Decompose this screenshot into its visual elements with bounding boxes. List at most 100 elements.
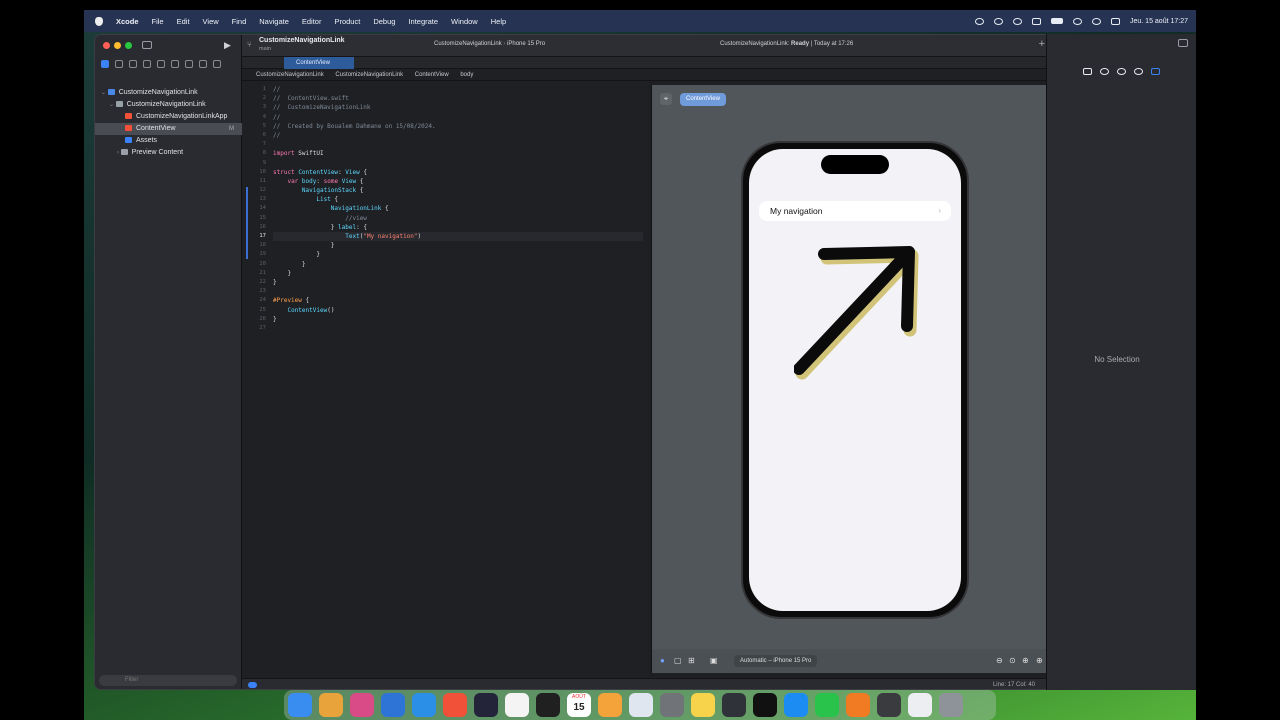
affinity-icon[interactable]: [350, 693, 374, 717]
source-control-icon[interactable]: [115, 60, 123, 68]
live-mode-icon[interactable]: ●: [660, 656, 665, 665]
tree-item-project[interactable]: ⌄ CustomizeNavigationLink: [95, 87, 242, 99]
line-number: 12: [259, 187, 266, 194]
capcut-icon[interactable]: [505, 693, 529, 717]
breakpoint-navigator-icon[interactable]: [199, 60, 207, 68]
close-window-button[interactable]: [103, 42, 110, 49]
report-navigator-icon[interactable]: [213, 60, 221, 68]
pin-preview-icon[interactable]: ⌖: [660, 93, 672, 105]
play-icon[interactable]: [1013, 17, 1022, 25]
tree-item-contentview[interactable]: ContentView M: [95, 123, 242, 135]
minimize-window-button[interactable]: [114, 42, 121, 49]
zoom-100-icon[interactable]: ⊕: [1022, 656, 1029, 665]
add-library-button[interactable]: +: [1039, 38, 1045, 50]
line-number: 24: [259, 297, 266, 304]
tab-contentview[interactable]: ContentView: [284, 57, 354, 69]
jump-symbol[interactable]: body: [460, 72, 473, 78]
attributes-inspector-icon[interactable]: [1151, 68, 1160, 75]
issue-navigator-icon[interactable]: [157, 60, 165, 68]
quick-help-icon[interactable]: [1117, 68, 1126, 75]
variants-icon[interactable]: ⊞: [688, 656, 695, 665]
xcode-icon[interactable]: [381, 693, 405, 717]
scheme-selector[interactable]: CustomizeNavigationLink › iPhone 15 Pro: [434, 41, 545, 47]
run-destination[interactable]: iPhone 15 Pro: [507, 41, 545, 47]
accessibility-icon[interactable]: [994, 17, 1003, 25]
zoom-out-icon[interactable]: ⊖: [996, 656, 1003, 665]
zoom-in-icon[interactable]: ⊕: [1036, 656, 1043, 665]
trash-icon[interactable]: [939, 693, 963, 717]
whatsapp-icon[interactable]: [815, 693, 839, 717]
selectable-mode-icon[interactable]: ▢: [674, 656, 682, 665]
jump-group[interactable]: CustomizeNavigationLink: [335, 72, 403, 78]
navigation-link-row[interactable]: My navigation ›: [759, 201, 951, 221]
menu-navigate[interactable]: Navigate: [259, 17, 289, 26]
toggle-inspector-icon[interactable]: [1178, 39, 1188, 47]
tree-item-app-file[interactable]: CustomizeNavigationLinkApp: [95, 111, 242, 123]
tree-item-preview-content[interactable]: › Preview Content: [95, 147, 242, 159]
navigator-filter-field[interactable]: Filter: [99, 675, 237, 686]
run-button[interactable]: ▶: [224, 40, 231, 51]
record-icon[interactable]: [975, 17, 984, 25]
find-navigator-icon[interactable]: [143, 60, 151, 68]
symbol-navigator-icon[interactable]: [129, 60, 137, 68]
music-file-icon[interactable]: [908, 693, 932, 717]
app-store-icon[interactable]: [784, 693, 808, 717]
tree-item-group[interactable]: ⌄ CustomizeNavigationLink: [95, 99, 242, 111]
accessibility-inspector-icon[interactable]: [1134, 68, 1143, 75]
safari-icon[interactable]: [412, 693, 436, 717]
menu-debug[interactable]: Debug: [373, 17, 395, 26]
terminal-icon[interactable]: [536, 693, 560, 717]
menu-file[interactable]: File: [152, 17, 164, 26]
source-editor[interactable]: 1 2 3 4 5 6 7 8 9 10 11 12 13 14 15 16 1…: [242, 81, 647, 678]
menu-window[interactable]: Window: [451, 17, 478, 26]
calculator-icon[interactable]: [877, 693, 901, 717]
menu-edit[interactable]: Edit: [177, 17, 190, 26]
menu-integrate[interactable]: Integrate: [408, 17, 438, 26]
preview-tag[interactable]: ContentView: [680, 93, 726, 106]
menu-view[interactable]: View: [203, 17, 219, 26]
notes-icon[interactable]: [691, 693, 715, 717]
calendar-month: AOÛT: [572, 694, 586, 700]
device-settings-icon[interactable]: ▣: [710, 656, 718, 665]
obs-icon[interactable]: [474, 693, 498, 717]
menu-app[interactable]: Xcode: [116, 17, 139, 26]
display-icon[interactable]: [1032, 17, 1041, 25]
search-icon[interactable]: [1092, 17, 1101, 25]
device-selector[interactable]: Automatic – iPhone 15 Pro: [734, 655, 818, 667]
zoom-to-fit-icon[interactable]: ⊙: [1009, 656, 1016, 665]
tree-item-assets[interactable]: Assets: [95, 135, 242, 147]
menu-help[interactable]: Help: [491, 17, 506, 26]
preview-app-icon[interactable]: [629, 693, 653, 717]
jump-project[interactable]: CustomizeNavigationLink: [256, 72, 324, 78]
system-settings-icon[interactable]: [660, 693, 684, 717]
debug-area-toggle-icon[interactable]: [248, 682, 257, 688]
finder-icon[interactable]: [288, 693, 312, 717]
control-center-icon[interactable]: [1111, 17, 1120, 25]
history-inspector-icon[interactable]: [1100, 68, 1109, 75]
preview-canvas: ⌖ ContentView My navigation › ● ▢ ⊞ ▣ Au…: [651, 85, 1053, 673]
pages-icon[interactable]: [598, 693, 622, 717]
camo-icon[interactable]: [722, 693, 746, 717]
battery-icon[interactable]: [1051, 18, 1063, 24]
zoom-window-button[interactable]: [125, 42, 132, 49]
launchpad-icon[interactable]: [319, 693, 343, 717]
menu-find[interactable]: Find: [232, 17, 247, 26]
toggle-sidebar-icon[interactable]: [142, 41, 152, 49]
menu-product[interactable]: Product: [334, 17, 360, 26]
swift-playgrounds-icon[interactable]: [443, 693, 467, 717]
file-inspector-icon[interactable]: [1083, 68, 1092, 75]
project-navigator-icon[interactable]: [101, 60, 109, 68]
code-text[interactable]: // // ContentView.swift// CustomizeNaviga…: [273, 85, 643, 333]
test-navigator-icon[interactable]: [171, 60, 179, 68]
menu-editor[interactable]: Editor: [302, 17, 322, 26]
debug-navigator-icon[interactable]: [185, 60, 193, 68]
line-number: 3: [262, 104, 266, 111]
menu-clock[interactable]: Jeu. 15 août 17:27: [1130, 18, 1188, 25]
apple-menu-icon[interactable]: [95, 16, 103, 26]
calendar-icon[interactable]: AOÛT 15: [567, 693, 591, 717]
wifi-icon[interactable]: [1073, 17, 1082, 25]
jump-file[interactable]: ContentView: [415, 72, 449, 78]
apple-tv-icon[interactable]: [753, 693, 777, 717]
books-icon[interactable]: [846, 693, 870, 717]
project-icon: [107, 89, 115, 96]
